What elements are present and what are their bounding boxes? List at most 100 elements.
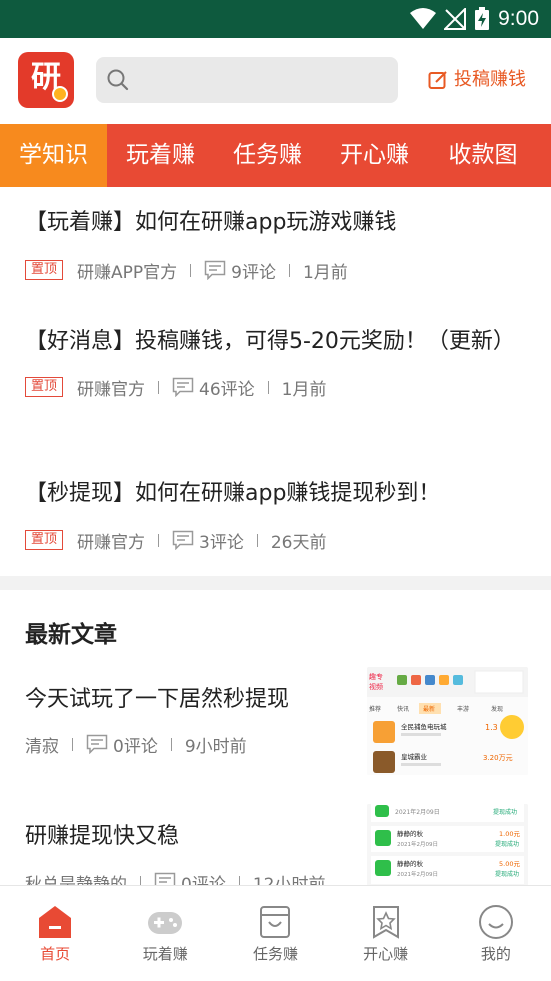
home-icon <box>39 906 71 938</box>
article-item[interactable]: 研赚提现快又稳 秋总是静静的 0评论 12小时前 2021年2月09日 提现成功… <box>25 804 530 895</box>
svg-text:2021年2月09日: 2021年2月09日 <box>397 840 438 848</box>
meta-divider <box>72 737 73 751</box>
submit-article-label: 投稿赚钱 <box>454 69 526 90</box>
meta-divider <box>288 263 290 277</box>
comment-count: 3评论 <box>172 528 244 553</box>
comment-count: 0评论 <box>86 732 158 757</box>
svg-text:静静的秋: 静静的秋 <box>397 859 424 868</box>
pinned-badge: 置顶 <box>25 377 64 397</box>
app-logo[interactable]: 研 <box>18 52 74 108</box>
search-box[interactable] <box>96 57 398 103</box>
no-signal-icon <box>444 8 467 30</box>
star-bookmark-icon <box>372 906 399 939</box>
pinned-badge: 置顶 <box>25 260 64 280</box>
meta-divider <box>256 533 258 547</box>
article-title: 【玩着赚】如何在研赚app玩游戏赚钱 <box>25 210 397 235</box>
svg-text:静静的秋: 静静的秋 <box>397 829 424 838</box>
comment-count-text: 9评论 <box>231 262 276 283</box>
article-item[interactable]: 今天试玩了一下居然秒提现 清寂 0评论 9小时前 趣专 视频 推荐 快讯 最新 … <box>25 667 530 783</box>
nav-profile[interactable]: 我的 <box>441 886 551 981</box>
meta-divider <box>267 380 269 394</box>
svg-text:最新: 最新 <box>423 705 435 713</box>
svg-text:皇城霸业: 皇城霸业 <box>401 752 428 761</box>
article-title: 【秒提现】如何在研赚app赚钱提现秒到！ <box>25 481 441 506</box>
tab-play-earn[interactable]: 玩着赚 <box>107 124 214 187</box>
category-tab-bar: 学知识 玩着赚 任务赚 开心赚 收款图 <box>0 124 551 187</box>
search-icon <box>107 69 129 91</box>
comment-icon <box>86 734 108 754</box>
svg-text:发现: 发现 <box>491 705 503 713</box>
tab-happy-earn[interactable]: 开心赚 <box>321 124 428 187</box>
article-author: 清寂 <box>25 736 59 757</box>
app-header: 研 投稿赚钱 <box>0 38 551 124</box>
article-time: 26天前 <box>270 532 327 553</box>
article-time: 1月前 <box>281 379 327 400</box>
wifi-icon <box>410 8 437 29</box>
thumbnail-withdraw-records: 2021年2月09日 提现成功 静静的秋 2021年2月09日 1.00元 提现… <box>367 804 528 886</box>
nav-home[interactable]: 首页 <box>0 886 110 981</box>
logo-search-badge <box>52 86 68 102</box>
nav-play-earn[interactable]: 玩着赚 <box>110 886 220 981</box>
smile-profile-icon <box>478 905 513 939</box>
svg-text:提现成功: 提现成功 <box>493 808 517 816</box>
pinned-badge: 置顶 <box>25 530 64 550</box>
article-author: 研赚官方 <box>77 532 146 553</box>
status-time: 9:00 <box>498 7 539 30</box>
article-thumbnail: 2021年2月09日 提现成功 静静的秋 2021年2月09日 1.00元 提现… <box>367 804 528 886</box>
nav-happy-earn[interactable]: 开心赚 <box>331 886 441 981</box>
section-divider <box>0 576 551 590</box>
svg-text:2021年2月09日: 2021年2月09日 <box>397 870 438 878</box>
comment-count: 9评论 <box>204 258 276 283</box>
tab-payment-image[interactable]: 收款图 <box>428 124 538 187</box>
svg-text:1.00元: 1.00元 <box>499 830 520 838</box>
meta-divider <box>190 263 192 277</box>
svg-text:丰游: 丰游 <box>457 705 469 713</box>
svg-text:视频: 视频 <box>369 682 383 691</box>
gamepad-icon <box>148 912 183 934</box>
article-title: 今天试玩了一下居然秒提现 <box>25 687 290 712</box>
tab-learn[interactable]: 学知识 <box>0 124 107 187</box>
nav-label: 开心赚 <box>363 945 409 963</box>
svg-text:快讯: 快讯 <box>397 705 409 713</box>
svg-text:全民捕鱼电玩城: 全民捕鱼电玩城 <box>401 722 447 731</box>
search-input[interactable] <box>140 57 390 103</box>
tab-task-earn[interactable]: 任务赚 <box>214 124 321 187</box>
meta-divider <box>170 737 172 751</box>
article-meta: 置顶 研赚APP官方 9评论 1月前 <box>25 257 530 283</box>
pinned-article[interactable]: 【好消息】投稿赚钱，可得5-20元奖励！（更新） 置顶 研赚官方 46评论 1月… <box>25 325 530 400</box>
article-title: 研赚提现快又稳 <box>25 824 180 849</box>
thumbnail-app-screenshot: 趣专 视频 推荐 快讯 最新 丰游 发现 全民捕鱼电玩城 1.3 皇城霸业 3.… <box>367 667 528 775</box>
article-author: 研赚官方 <box>77 379 146 400</box>
battery-charging-icon <box>475 7 490 30</box>
svg-text:5.00元: 5.00元 <box>499 860 520 868</box>
latest-articles-heading: 最新文章 <box>25 622 117 648</box>
svg-text:2021年2月09日: 2021年2月09日 <box>395 808 440 816</box>
comment-count-text: 46评论 <box>199 379 255 400</box>
article-meta: 置顶 研赚官方 3评论 26天前 <box>25 527 530 553</box>
svg-text:3.20万元: 3.20万元 <box>483 754 513 762</box>
nav-label: 首页 <box>40 945 71 963</box>
status-icons: 9:00 <box>410 6 539 32</box>
comment-icon <box>172 530 194 550</box>
svg-text:提现成功: 提现成功 <box>495 870 519 878</box>
article-meta: 置顶 研赚官方 46评论 1月前 <box>25 374 530 400</box>
nav-label: 玩着赚 <box>142 945 188 963</box>
edit-icon <box>428 71 447 89</box>
bottom-navigation: 首页 玩着赚 任务赚 开心赚 我的 <box>0 885 551 981</box>
article-time: 1月前 <box>302 262 348 283</box>
nav-task-earn[interactable]: 任务赚 <box>220 886 330 981</box>
svg-text:1.3: 1.3 <box>485 723 498 732</box>
submit-article-button[interactable]: 投稿赚钱 <box>428 66 526 94</box>
article-thumbnail: 趣专 视频 推荐 快讯 最新 丰游 发现 全民捕鱼电玩城 1.3 皇城霸业 3.… <box>367 667 528 775</box>
meta-divider <box>158 533 160 547</box>
comment-count-text: 3评论 <box>199 532 244 553</box>
status-bar: 9:00 <box>0 0 551 38</box>
pinned-article[interactable]: 【秒提现】如何在研赚app赚钱提现秒到！ 置顶 研赚官方 3评论 26天前 <box>25 477 530 553</box>
nav-label: 我的 <box>480 945 511 963</box>
pinned-article[interactable]: 【玩着赚】如何在研赚app玩游戏赚钱 置顶 研赚APP官方 9评论 1月前 <box>25 206 530 283</box>
comment-count-text: 0评论 <box>113 736 158 757</box>
comment-icon <box>172 377 194 397</box>
svg-text:推荐: 推荐 <box>369 705 381 713</box>
comment-icon <box>204 260 226 280</box>
meta-divider <box>158 380 160 394</box>
